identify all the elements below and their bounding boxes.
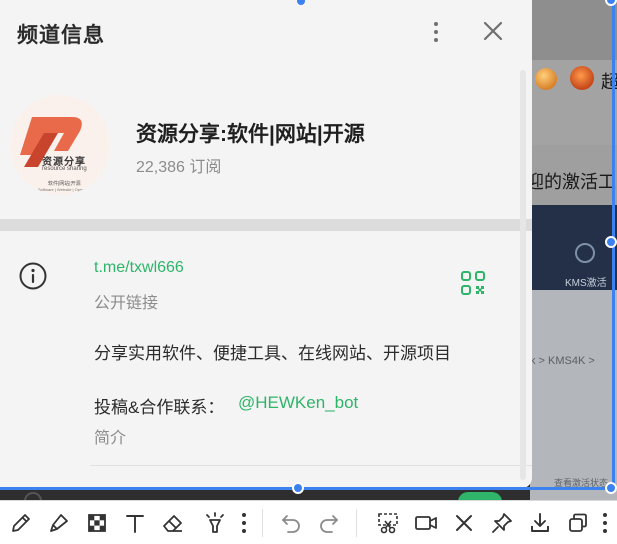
annotation-toolbar xyxy=(0,500,617,544)
info-icon xyxy=(18,261,48,291)
channel-description: 分享实用软件、便捷工具、在线网站、开源项目 xyxy=(94,344,451,363)
contact-label: 投稿&合作联系： xyxy=(94,398,225,417)
panel-title: 频道信息 xyxy=(17,24,105,47)
highlighter-icon[interactable] xyxy=(47,511,71,535)
avatar[interactable]: 资源分享 resource sharing 软件|网站|开源 Software … xyxy=(10,95,110,195)
channel-name: 资源分享:软件|网站|开源 xyxy=(136,123,365,146)
subscriber-count: 22,386 订阅 xyxy=(136,159,222,176)
channel-details: t.me/txwl666 公开链接 分享实用软件、便捷工具、在线网站、开源项目 … xyxy=(0,231,532,488)
pen-icon[interactable] xyxy=(9,511,33,535)
record-video-icon[interactable] xyxy=(414,511,438,535)
redo-icon[interactable] xyxy=(317,511,341,535)
screenshot-cut-icon[interactable] xyxy=(376,511,400,535)
more-tools-icon[interactable] xyxy=(240,511,248,535)
channel-profile: 资源分享 resource sharing 软件|网站|开源 Software … xyxy=(0,80,532,218)
avatar-tagline: 软件|网站|开源 xyxy=(48,181,81,187)
avatar-tagline-en: Software | Website | Open Source xyxy=(38,187,99,192)
close-icon[interactable] xyxy=(480,18,506,44)
selection-handle-right[interactable] xyxy=(605,236,617,248)
background-heading: 迎的激活工 xyxy=(530,172,616,192)
channel-link[interactable]: t.me/txwl666 xyxy=(94,259,184,277)
scrollbar[interactable] xyxy=(520,70,526,480)
copy-icon[interactable] xyxy=(566,511,590,535)
mosaic-icon[interactable] xyxy=(85,511,109,535)
download-icon[interactable] xyxy=(528,511,552,535)
intro-label: 简介 xyxy=(94,430,127,447)
avatar-text-en: resource sharing xyxy=(42,166,87,172)
channel-info-panel: 频道信息 资源分享 resource sharing 软件|网站|开源 Soft… xyxy=(0,0,532,488)
section-separator xyxy=(0,219,532,231)
kms-label: KMS激活 xyxy=(565,278,607,289)
selection-handle-bottom-right[interactable] xyxy=(605,482,617,494)
background-breadcrumb: k > KMS4K > xyxy=(530,355,595,367)
screenshot-stage: 超 迎的激活工 KMS激活 k > KMS4K > 查看激活状态 频道信息 资源… xyxy=(0,0,617,544)
selection-handle-bottom[interactable] xyxy=(292,482,304,494)
more-actions-icon[interactable] xyxy=(601,511,609,535)
contact-bot-link[interactable]: @HEWKen_bot xyxy=(238,393,358,413)
close-icon[interactable] xyxy=(452,511,476,535)
panel-header: 频道信息 xyxy=(0,0,532,64)
selection-bottom-edge[interactable] xyxy=(0,487,617,490)
text-icon[interactable] xyxy=(123,511,147,535)
toolbar-divider xyxy=(356,509,357,537)
public-link-label: 公开链接 xyxy=(94,295,159,312)
background-app: 超 迎的激活工 KMS激活 k > KMS4K > 查看激活状态 xyxy=(530,0,617,500)
undo-icon[interactable] xyxy=(279,511,303,535)
kms-icon xyxy=(575,243,595,263)
toolbar-divider xyxy=(262,509,263,537)
qr-code-icon[interactable] xyxy=(460,270,486,296)
spotlight-icon[interactable] xyxy=(203,511,227,535)
more-options-icon[interactable] xyxy=(428,18,444,46)
emoji-icon xyxy=(535,68,557,90)
pin-icon[interactable] xyxy=(490,511,514,535)
fire-icon xyxy=(570,66,594,90)
eraser-icon[interactable] xyxy=(161,511,185,535)
divider xyxy=(90,465,532,466)
